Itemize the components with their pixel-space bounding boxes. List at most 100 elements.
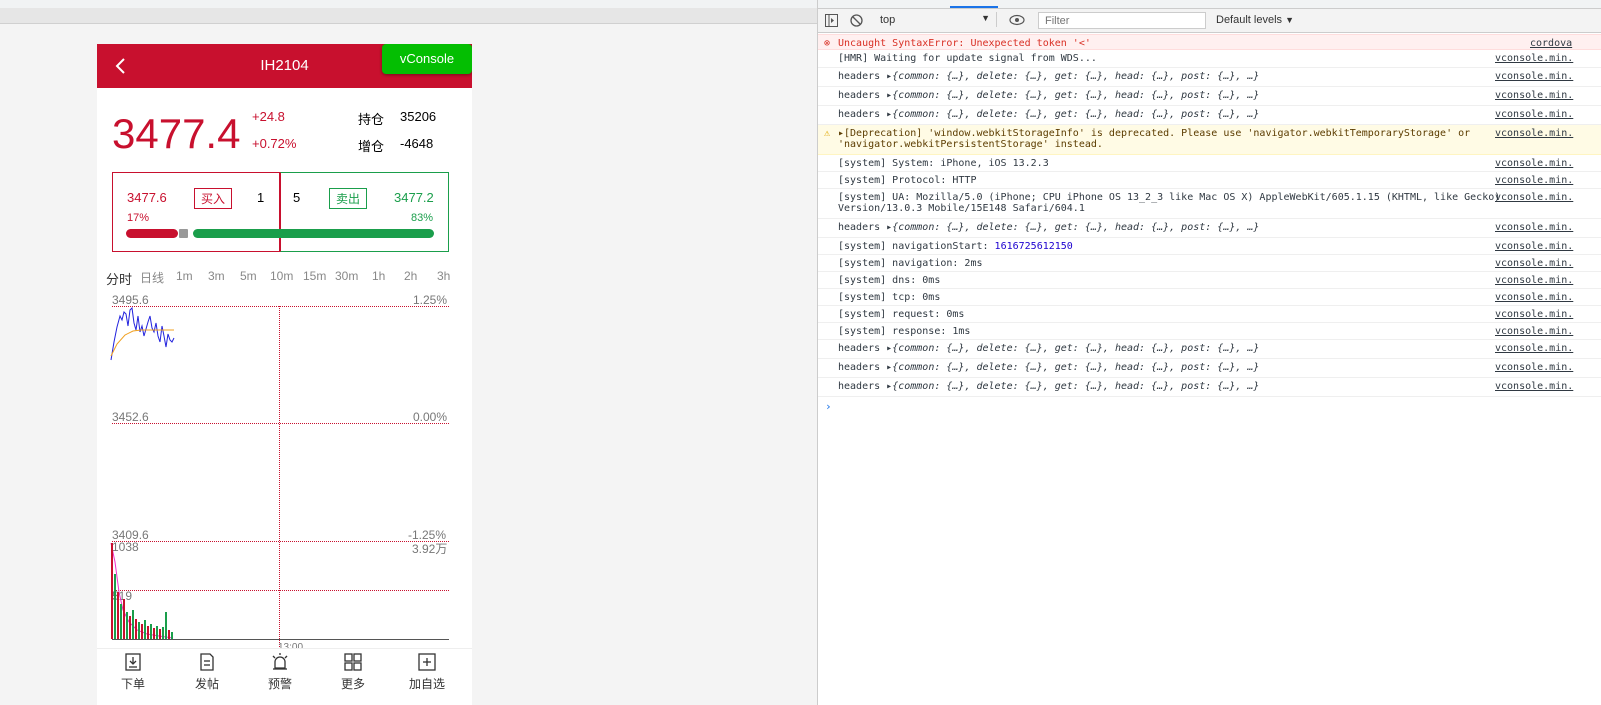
toolbar-add-watchlist-label: 加自选 [408, 677, 445, 691]
log-levels-label: Default levels [1216, 14, 1283, 26]
console-source-link[interactable]: vconsole.min. [1495, 343, 1573, 354]
console-text: [system] dns: 0ms [838, 275, 941, 286]
log-levels-dropdown[interactable]: Default levels ▼ [1216, 14, 1294, 26]
console-row[interactable]: ⚠ ▸[Deprecation] 'window.webkitStorageInf… [818, 125, 1601, 155]
console-row[interactable]: ⊗ Uncaught SyntaxError: Unexpected token … [818, 34, 1601, 50]
console-source-link[interactable]: vconsole.min. [1495, 241, 1573, 252]
console-object-preview[interactable]: ▸{common: {…}, delete: {…}, get: {…}, he… [886, 362, 1259, 373]
console-text: [system] Protocol: HTTP [838, 175, 977, 186]
console-tab-indicator [950, 6, 998, 8]
console-source-link[interactable]: vconsole.min. [1495, 192, 1573, 203]
devtools-tabs [818, 0, 1601, 9]
console-text: headers [838, 381, 887, 392]
console-message: headers ▸{common: {…}, delete: {…}, get:… [838, 90, 1259, 101]
console-message: headers ▸{common: {…}, delete: {…}, get:… [838, 109, 1259, 120]
console-object-preview[interactable]: ▸{common: {…}, delete: {…}, get: {…}, he… [886, 381, 1259, 392]
console-text: headers [838, 362, 887, 373]
console-object-preview[interactable]: ▸{common: {…}, delete: {…}, get: {…}, he… [886, 222, 1259, 233]
console-source-link[interactable]: vconsole.min. [1495, 90, 1573, 101]
console-message: [system] UA: Mozilla/5.0 (iPhone; CPU iP… [838, 192, 1500, 214]
console-source-link[interactable]: vconsole.min. [1495, 292, 1573, 303]
console-object-preview[interactable]: ▸{common: {…}, delete: {…}, get: {…}, he… [886, 71, 1259, 82]
console-row[interactable]: headers ▸{common: {…}, delete: {…}, get:… [818, 219, 1601, 238]
console-object-preview[interactable]: ▸{common: {…}, delete: {…}, get: {…}, he… [886, 109, 1259, 120]
phone-screen: IH2104 vConsole 3477.4 +24.8 +0.72% 持仓 3… [97, 44, 472, 705]
console-text: [system] tcp: 0ms [838, 292, 941, 303]
console-row[interactable]: headers ▸{common: {…}, delete: {…}, get:… [818, 359, 1601, 378]
console-source-link[interactable]: vconsole.min. [1495, 222, 1573, 233]
console-row[interactable]: headers ▸{common: {…}, delete: {…}, get:… [818, 68, 1601, 87]
console-text: ▸[Deprecation] 'window.webkitStorageInfo… [838, 128, 1471, 150]
console-object-preview[interactable]: ▸{common: {…}, delete: {…}, get: {…}, he… [886, 90, 1259, 101]
console-text: headers [838, 343, 887, 354]
console-row[interactable]: [system] navigation: 2ms vconsole.min. [818, 255, 1601, 272]
console-row[interactable]: [system] UA: Mozilla/5.0 (iPhone; CPU iP… [818, 189, 1601, 219]
console-message: [system] tcp: 0ms [838, 292, 940, 303]
console-source-link[interactable]: vconsole.min. [1495, 158, 1573, 169]
doc-icon [200, 653, 214, 671]
toolbar-more-label: 更多 [340, 677, 365, 691]
console-source-link[interactable]: vconsole.min. [1495, 326, 1573, 337]
console-source-link[interactable]: vconsole.min. [1495, 275, 1573, 286]
console-text: [system] response: 1ms [838, 326, 971, 337]
console-number: 1616725612150 [994, 241, 1073, 252]
console-source-link[interactable]: vconsole.min. [1495, 258, 1573, 269]
price-volume-chart [110, 306, 175, 639]
context-selector[interactable]: top ▼ [872, 12, 997, 27]
clear-console-icon[interactable] [850, 14, 863, 27]
toolbar-alert-label: 预警 [267, 677, 292, 691]
toolbar-post[interactable]: 发帖 [177, 652, 237, 692]
price-line [110, 306, 175, 361]
console-source-link[interactable]: vconsole.min. [1495, 71, 1573, 82]
console-row[interactable]: [system] request: 0ms vconsole.min. [818, 306, 1601, 323]
console-row[interactable]: [system] Protocol: HTTP vconsole.min. [818, 172, 1601, 189]
toolbar-add-watchlist[interactable]: 加自选 [397, 652, 457, 692]
console-row[interactable]: headers ▸{common: {…}, delete: {…}, get:… [818, 378, 1601, 397]
toolbar-more[interactable]: 更多 [323, 652, 383, 692]
console-text: headers [838, 71, 887, 82]
console-source-link[interactable]: vconsole.min. [1495, 381, 1573, 392]
average-line [110, 329, 174, 357]
devtools-panel: top ▼ Default levels ▼ ⊗ Uncaught SyntaxE… [817, 0, 1601, 705]
console-source-link[interactable]: cordova [1530, 38, 1572, 49]
toolbar-order-label: 下单 [120, 677, 145, 691]
console-row[interactable]: [HMR] Waiting for update signal from WDS… [818, 50, 1601, 68]
console-message: headers ▸{common: {…}, delete: {…}, get:… [838, 381, 1259, 392]
console-row[interactable]: headers ▸{common: {…}, delete: {…}, get:… [818, 106, 1601, 125]
console-source-link[interactable]: vconsole.min. [1495, 128, 1573, 139]
console-row[interactable]: [system] System: iPhone, iOS 13.2.3 vcons… [818, 155, 1601, 172]
console-source-link[interactable]: vconsole.min. [1495, 53, 1573, 64]
console-row[interactable]: [system] response: 1ms vconsole.min. [818, 323, 1601, 340]
eye-icon[interactable] [1009, 14, 1025, 26]
console-source-link[interactable]: vconsole.min. [1495, 362, 1573, 373]
console-source-link[interactable]: vconsole.min. [1495, 309, 1573, 320]
volume-bars [111, 543, 173, 639]
console-prompt-icon[interactable]: › [825, 400, 832, 413]
console-text: [system] request: 0ms [838, 309, 965, 320]
console-object-preview[interactable]: ▸{common: {…}, delete: {…}, get: {…}, he… [886, 343, 1259, 354]
toolbar-order[interactable]: 下单 [103, 652, 163, 692]
alarm-icon [272, 653, 288, 670]
device-ruler [0, 8, 817, 24]
plus-box-icon [418, 653, 436, 671]
warning-icon: ⚠ [824, 128, 831, 139]
sidebar-toggle-icon[interactable] [825, 14, 838, 27]
console-source-link[interactable]: vconsole.min. [1495, 109, 1573, 120]
console-row[interactable]: headers ▸{common: {…}, delete: {…}, get:… [818, 340, 1601, 359]
console-text: [system] System: iPhone, iOS 13.2.3 [838, 158, 1049, 169]
console-message: ▸[Deprecation] 'window.webkitStorageInfo… [838, 128, 1470, 150]
console-message: [system] navigation: 2ms [838, 258, 983, 269]
console-text: [system] UA: Mozilla/5.0 (iPhone; CPU iP… [838, 192, 1501, 214]
console-source-link[interactable]: vconsole.min. [1495, 175, 1573, 186]
context-value: top [880, 14, 896, 26]
console-message: [system] Protocol: HTTP [838, 175, 976, 186]
toolbar-alert[interactable]: 预警 [250, 652, 310, 692]
console-text: headers [838, 109, 887, 120]
console-row[interactable]: [system] dns: 0ms vconsole.min. [818, 272, 1601, 289]
console-row[interactable]: headers ▸{common: {…}, delete: {…}, get:… [818, 87, 1601, 106]
console-toolbar: top ▼ Default levels ▼ [818, 9, 1601, 33]
filter-input[interactable] [1038, 12, 1206, 29]
console-text: Uncaught SyntaxError: Unexpected token '… [838, 38, 1091, 49]
console-row[interactable]: [system] navigationStart: 1616725612150 v… [818, 238, 1601, 255]
console-row[interactable]: [system] tcp: 0ms vconsole.min. [818, 289, 1601, 306]
